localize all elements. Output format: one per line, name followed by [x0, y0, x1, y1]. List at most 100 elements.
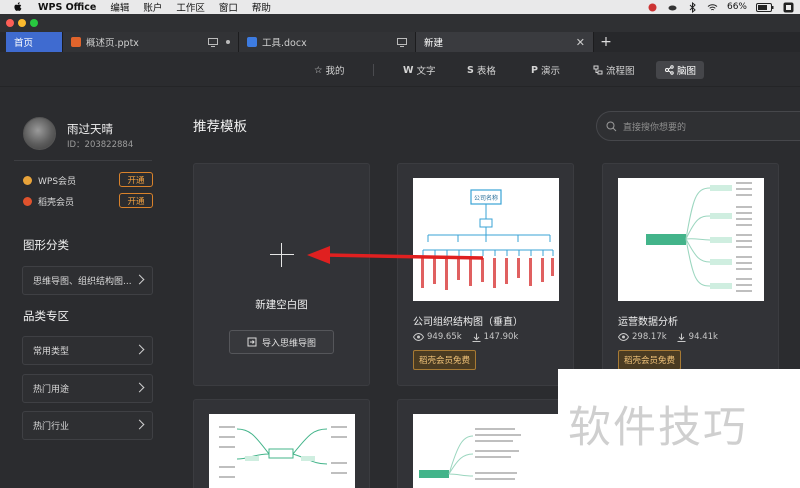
- search-input[interactable]: 直接搜你想要的: [596, 111, 800, 141]
- search-icon: [606, 121, 617, 131]
- org-chart-root-text: 公司名称: [474, 194, 498, 202]
- category-zone-heading: 品类专区: [23, 309, 69, 323]
- page-title: 推荐模板: [193, 119, 247, 135]
- slides-icon: P: [531, 64, 538, 76]
- apple-icon[interactable]: [12, 1, 24, 13]
- battery-percent: 66%: [726, 2, 747, 12]
- type-flowchart-button[interactable]: 流程图: [593, 61, 635, 79]
- bluetooth-icon[interactable]: [687, 1, 698, 13]
- template-card-org-chart[interactable]: 公司名称 公司组织结构图（垂直） 949.65k 147.90k 稻壳会员免费: [397, 163, 574, 386]
- monitor-icon[interactable]: [208, 37, 218, 47]
- sidebar-item-common[interactable]: 常用类型: [22, 336, 153, 365]
- new-blank-label: 新建空白图: [255, 299, 308, 311]
- user-id: ID：203822884: [67, 140, 134, 150]
- sidebar-item-graphic-label: 思维导图、组织结构图...: [33, 277, 132, 287]
- cloud-icon[interactable]: [667, 2, 678, 13]
- membership-wps-label: WPS会员: [38, 176, 77, 187]
- type-mindmap-label: 脑图: [677, 66, 697, 77]
- template-title: 运营数据分析: [618, 317, 678, 328]
- org-chart-preview: 公司名称: [421, 189, 554, 290]
- template-thumbnail-org-chart: 公司名称: [413, 178, 559, 301]
- membership-wps-open-button[interactable]: 开通: [119, 172, 153, 187]
- type-mine-label: 我的: [325, 66, 345, 77]
- toolbar-divider: [373, 64, 374, 76]
- new-blank-card[interactable]: 新建空白图 导入思维导图: [193, 163, 370, 386]
- window-close-button[interactable]: [6, 19, 14, 27]
- tab-home-label: 首页: [14, 38, 34, 49]
- tab-docx[interactable]: 工具.docx: [239, 32, 416, 52]
- sheet-icon: S: [467, 64, 474, 76]
- tab-new-label: 新建: [424, 38, 444, 49]
- input-method-icon[interactable]: [783, 2, 794, 13]
- wifi-icon[interactable]: [707, 2, 718, 13]
- unsaved-dot-icon: [226, 40, 230, 44]
- menu-edit[interactable]: 编辑: [110, 0, 129, 14]
- new-tab-plus-icon[interactable]: +: [594, 32, 618, 52]
- type-mindmap-button[interactable]: 脑图: [656, 61, 705, 79]
- sidebar-item-graphic[interactable]: 思维导图、组织结构图...: [22, 266, 153, 295]
- star-icon: ☆: [314, 64, 323, 76]
- menu-account[interactable]: 账户: [143, 0, 162, 14]
- tab-home[interactable]: 首页: [6, 32, 63, 52]
- window-minimize-button[interactable]: [18, 19, 26, 27]
- tab-new[interactable]: 新建 ✕: [416, 32, 594, 52]
- eye-icon: [618, 333, 629, 341]
- type-mine-button[interactable]: ☆ 我的: [314, 61, 345, 79]
- docx-file-icon: [247, 37, 257, 47]
- sidebar-item-hot-use-label: 热门用途: [33, 385, 70, 395]
- window-maximize-button[interactable]: [30, 19, 38, 27]
- download-icon: [472, 333, 481, 342]
- menu-window[interactable]: 窗口: [219, 0, 238, 14]
- macos-menubar: WPS Office 编辑 账户 工作区 窗口 帮助 66%: [0, 0, 800, 14]
- chevron-right-icon: [134, 419, 145, 430]
- template-stats: 949.65k 147.90k: [413, 332, 518, 342]
- template-thumbnail-flow: [209, 414, 355, 488]
- watermark-text: 软件技巧: [568, 403, 748, 453]
- tab-pptx[interactable]: 概述页.pptx: [63, 32, 239, 52]
- template-card-flow[interactable]: [193, 399, 370, 488]
- user-name: 雨过天晴: [67, 122, 113, 136]
- import-mindmap-button[interactable]: 导入思维导图: [229, 330, 334, 354]
- template-views: 298.17k: [632, 332, 667, 342]
- tab-close-icon[interactable]: ✕: [576, 36, 585, 49]
- writer-icon: W: [403, 64, 414, 76]
- graphic-category-heading: 图形分类: [23, 238, 69, 252]
- document-tabbar: 首页 概述页.pptx 工具.docx 新建 ✕ +: [0, 32, 800, 52]
- avatar[interactable]: [23, 117, 56, 150]
- window-titlebar: [0, 14, 800, 32]
- chevron-right-icon: [134, 274, 145, 285]
- template-card-ops-analysis[interactable]: 运营数据分析 298.17k 94.41k 稻壳会员免费: [602, 163, 779, 386]
- import-icon: [247, 337, 257, 347]
- import-mindmap-label: 导入思维导图: [261, 338, 316, 349]
- sidebar-item-hot-industry[interactable]: 热门行业: [22, 411, 153, 440]
- type-sheet-button[interactable]: S 表格: [467, 61, 496, 79]
- sidebar-item-common-label: 常用类型: [33, 347, 70, 357]
- template-badge[interactable]: 稻壳会员免费: [413, 350, 477, 370]
- template-title: 公司组织结构图（垂直）: [413, 317, 523, 328]
- monitor-icon[interactable]: [397, 37, 407, 47]
- type-flowchart-label: 流程图: [606, 66, 635, 77]
- menu-app-wps[interactable]: WPS Office: [38, 2, 96, 13]
- file-type-toolbar: ☆ 我的 W 文字 S 表格 P 演示 流程图 脑图: [0, 52, 800, 87]
- chevron-right-icon: [134, 344, 145, 355]
- mindmap-icon: [665, 65, 674, 75]
- docer-member-icon: [23, 196, 32, 206]
- template-card-plan[interactable]: [397, 399, 574, 488]
- wps-member-icon: [23, 175, 32, 185]
- type-writer-label: 文字: [416, 66, 436, 77]
- template-badge[interactable]: 稻壳会员免费: [618, 350, 682, 370]
- record-icon[interactable]: [647, 2, 658, 13]
- sidebar-item-hot-use[interactable]: 热门用途: [22, 374, 153, 403]
- membership-docer-open-button[interactable]: 开通: [119, 193, 153, 208]
- eye-icon: [413, 333, 424, 341]
- battery-icon[interactable]: [756, 2, 774, 12]
- sidebar-item-hot-industry-label: 热门行业: [33, 422, 70, 432]
- membership-docer-label: 稻壳会员: [38, 197, 75, 208]
- type-slides-label: 演示: [540, 66, 560, 77]
- ops-mindmap-preview: [646, 182, 752, 292]
- menu-help[interactable]: 帮助: [252, 0, 271, 14]
- type-slides-button[interactable]: P 演示: [531, 61, 560, 79]
- type-writer-button[interactable]: W 文字: [403, 61, 436, 79]
- template-stats: 298.17k 94.41k: [618, 332, 718, 342]
- menu-workspace[interactable]: 工作区: [176, 0, 205, 14]
